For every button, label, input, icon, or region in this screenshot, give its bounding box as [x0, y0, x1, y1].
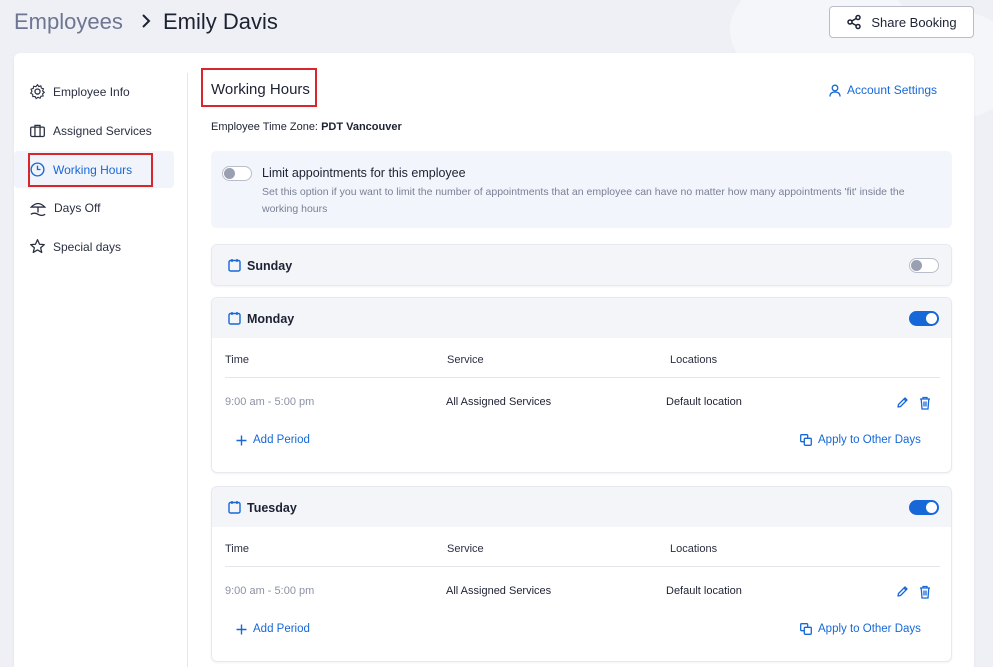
- sidebar-item-label: Special days: [53, 239, 122, 254]
- day-header[interactable]: Sunday: [212, 245, 951, 285]
- calendar-icon: [228, 312, 241, 325]
- user-icon: [829, 84, 841, 97]
- day-header[interactable]: Tuesday: [212, 487, 951, 527]
- sidebar-item-assigned-services[interactable]: Assigned Services: [14, 112, 174, 149]
- trash-icon[interactable]: [919, 396, 931, 410]
- page-header: Employees Emily Davis Share Booking: [0, 0, 993, 46]
- sidebar-item-employee-info[interactable]: Employee Info: [14, 73, 174, 110]
- apply-to-other-days-label: Apply to Other Days: [818, 434, 921, 446]
- edit-icon[interactable]: [896, 585, 909, 598]
- share-icon: [847, 14, 862, 30]
- toggle-knob: [926, 313, 937, 324]
- apply-to-other-days-button[interactable]: Apply to Other Days: [800, 623, 921, 635]
- day-toggle-monday[interactable]: [909, 311, 939, 326]
- column-header-service: Service: [447, 543, 484, 555]
- toggle-knob: [911, 260, 922, 271]
- day-header[interactable]: Monday: [212, 298, 951, 338]
- breadcrumb-employees[interactable]: Employees: [14, 9, 123, 35]
- column-header-locations: Locations: [670, 543, 718, 555]
- period-time: 9:00 am - 5:00 pm: [225, 585, 315, 597]
- chevron-right-icon: [142, 14, 151, 28]
- column-header-locations: Locations: [670, 354, 718, 366]
- limit-appointments-toggle[interactable]: [222, 166, 252, 181]
- sidebar-item-special-days[interactable]: Special days: [14, 228, 174, 265]
- plus-icon: [236, 435, 247, 445]
- row-divider: [225, 566, 940, 567]
- share-booking-button[interactable]: Share Booking: [829, 6, 974, 38]
- sidebar-item-label: Employee Info: [53, 84, 130, 99]
- column-header-service: Service: [447, 354, 484, 366]
- day-name: Sunday: [247, 259, 293, 273]
- clock-icon: [30, 162, 45, 177]
- add-period-button[interactable]: Add Period: [236, 434, 310, 446]
- period-location: Default location: [666, 396, 742, 408]
- column-header-time: Time: [225, 543, 250, 555]
- account-settings-label: Account Settings: [847, 83, 938, 97]
- copy-icon: [800, 434, 812, 446]
- period-service: All Assigned Services: [446, 396, 552, 408]
- timezone-label: Employee Time Zone:: [211, 121, 318, 133]
- day-card-monday: Monday Time Service Locations 9:00 am - …: [211, 297, 952, 473]
- calendar-icon: [228, 501, 241, 514]
- account-settings-link[interactable]: Account Settings: [829, 83, 937, 97]
- plus-icon: [236, 624, 247, 634]
- day-name: Monday: [247, 312, 295, 326]
- day-toggle-sunday[interactable]: [909, 258, 939, 273]
- period-location: Default location: [666, 585, 742, 597]
- add-period-label: Add Period: [253, 623, 310, 635]
- add-period-button[interactable]: Add Period: [236, 623, 310, 635]
- day-name: Tuesday: [247, 501, 297, 515]
- day-card-tuesday: Tuesday Time Service Locations 9:00 am -…: [211, 486, 952, 662]
- add-period-label: Add Period: [253, 434, 310, 446]
- apply-to-other-days-label: Apply to Other Days: [818, 623, 921, 635]
- toggle-knob: [224, 168, 235, 179]
- beach-umbrella-icon: [29, 202, 47, 216]
- row-divider: [225, 377, 940, 378]
- sidebar-item-label: Days Off: [54, 200, 101, 215]
- column-header-time: Time: [225, 354, 250, 366]
- page-title: Working Hours: [211, 81, 310, 98]
- period-time: 9:00 am - 5:00 pm: [225, 396, 315, 408]
- sidebar-item-label: Working Hours: [53, 162, 133, 177]
- toggle-knob: [926, 502, 937, 513]
- limit-appointments-description: Set this option if you want to limit the…: [262, 186, 905, 215]
- calendar-icon: [228, 259, 241, 272]
- sidebar-item-working-hours[interactable]: Working Hours: [14, 151, 174, 188]
- gear-icon: [29, 83, 46, 100]
- copy-icon: [800, 623, 812, 635]
- limit-appointments-panel: Limit appointments for this employee Set…: [211, 151, 952, 228]
- period-service: All Assigned Services: [446, 585, 552, 597]
- apply-to-other-days-button[interactable]: Apply to Other Days: [800, 434, 921, 446]
- trash-icon[interactable]: [919, 585, 931, 599]
- breadcrumb-current: Emily Davis: [163, 9, 278, 34]
- timezone-info: Employee Time Zone: PDT Vancouver: [211, 121, 402, 133]
- star-icon: [30, 239, 45, 254]
- share-booking-label: Share Booking: [871, 14, 957, 30]
- edit-icon[interactable]: [896, 396, 909, 409]
- sidebar-item-days-off[interactable]: Days Off: [14, 189, 174, 226]
- sidebar-divider: [187, 73, 188, 667]
- limit-appointments-title: Limit appointments for this employee: [262, 166, 466, 180]
- sidebar-item-label: Assigned Services: [53, 123, 152, 138]
- day-toggle-tuesday[interactable]: [909, 500, 939, 515]
- day-card-sunday: Sunday: [211, 244, 952, 286]
- timezone-value: PDT Vancouver: [321, 121, 402, 133]
- briefcase-icon: [30, 124, 45, 138]
